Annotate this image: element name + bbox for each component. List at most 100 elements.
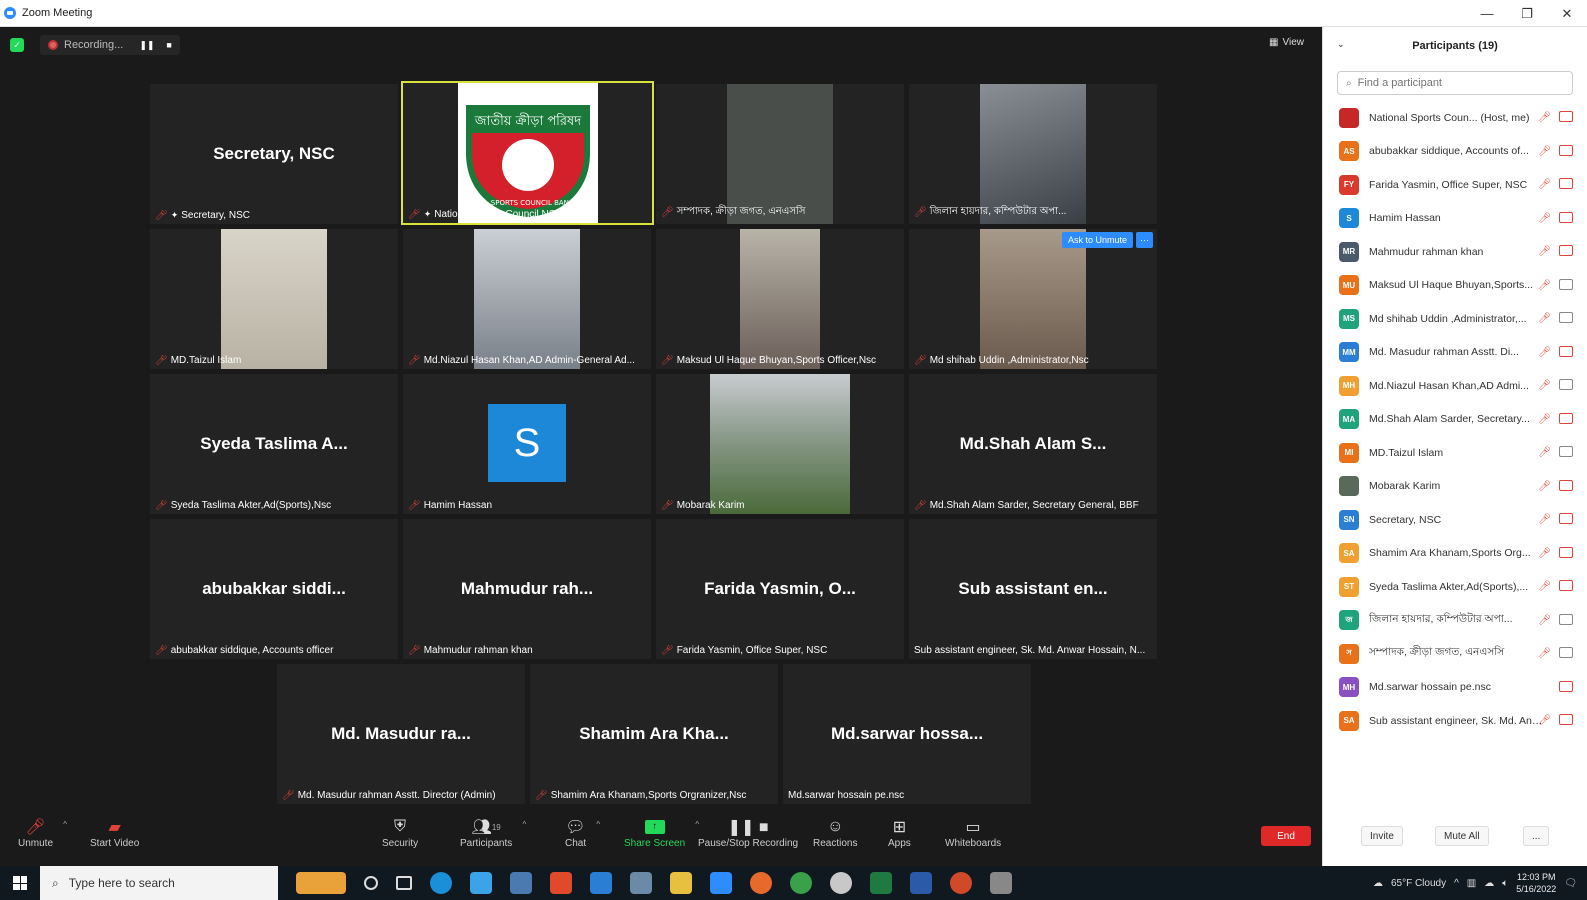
- participants-button[interactable]: 👥︎ 19 Participants ^: [460, 816, 526, 849]
- end-meeting-button[interactable]: End: [1261, 826, 1311, 846]
- video-off-icon[interactable]: [1559, 412, 1573, 424]
- reactions-button[interactable]: ☺ Reactions: [813, 816, 857, 849]
- participant-row[interactable]: SA Shamim Ara Khanam,Sports Org... 🎤︎: [1323, 537, 1587, 571]
- office-icon[interactable]: [550, 872, 572, 894]
- video-tile[interactable]: abubakkar siddi... 🎤︎ abubakkar siddique…: [150, 519, 398, 659]
- apps-button[interactable]: ⊞ Apps: [888, 816, 911, 849]
- video-tile[interactable]: 🎤︎ MD.Taizul Islam: [150, 229, 398, 369]
- mic-off-icon[interactable]: 🎤︎: [1538, 146, 1551, 157]
- video-off-icon[interactable]: [1559, 513, 1573, 524]
- stop-recording-icon[interactable]: ■: [166, 40, 171, 50]
- video-tile[interactable]: 🎤︎ Md.Niazul Hasan Khan,AD Admin-General…: [403, 229, 651, 369]
- video-tile[interactable]: Mahmudur rah... 🎤︎ Mahmudur rahman khan: [403, 519, 651, 659]
- video-on-icon[interactable]: [1559, 379, 1573, 390]
- cortana-icon[interactable]: [364, 876, 378, 890]
- video-tile[interactable]: Sub assistant en... Sub assistant engine…: [909, 519, 1157, 659]
- task-view-icon[interactable]: [396, 876, 412, 890]
- video-on-icon[interactable]: [1559, 446, 1573, 457]
- firefox-icon[interactable]: [750, 872, 772, 894]
- mic-off-icon[interactable]: 🎤︎: [1538, 414, 1551, 425]
- notification-icon[interactable]: 🗨︎: [1564, 878, 1577, 889]
- participant-row[interactable]: MH Md.sarwar hossain pe.nsc: [1323, 671, 1587, 705]
- whiteboards-button[interactable]: ▭ Whiteboards: [945, 816, 1001, 849]
- mic-off-icon[interactable]: 🎤︎: [1538, 112, 1551, 123]
- participant-row[interactable]: MR Mahmudur rahman khan 🎤︎: [1323, 235, 1587, 269]
- chevron-up-icon[interactable]: ^: [522, 820, 526, 829]
- security-shield-icon[interactable]: ✓: [10, 38, 24, 52]
- start-button[interactable]: [0, 866, 40, 900]
- participant-row[interactable]: MU Maksud Ul Haque Bhuyan,Sports... 🎤︎: [1323, 269, 1587, 303]
- video-off-icon[interactable]: [1559, 245, 1573, 256]
- zoom-taskbar-icon[interactable]: [710, 872, 732, 894]
- video-on-icon[interactable]: [1559, 278, 1573, 290]
- video-tile[interactable]: Farida Yasmin, O... 🎤︎ Farida Yasmin, Of…: [656, 519, 904, 659]
- chevron-up-icon[interactable]: ^: [63, 820, 67, 829]
- mic-off-icon[interactable]: 🎤︎: [1538, 213, 1551, 224]
- store-icon[interactable]: [510, 872, 532, 894]
- mail-icon[interactable]: [590, 872, 612, 894]
- video-off-icon[interactable]: [1559, 144, 1573, 156]
- mute-all-button[interactable]: Mute All: [1435, 826, 1489, 846]
- mic-off-icon[interactable]: 🎤︎: [1538, 581, 1551, 592]
- participant-row[interactable]: AS abubakkar siddique, Accounts of... 🎤︎: [1323, 135, 1587, 169]
- mic-off-icon[interactable]: 🎤︎: [1538, 313, 1551, 324]
- pause-recording-icon[interactable]: ❚❚: [139, 40, 154, 51]
- tile-more-button[interactable]: ···: [1136, 232, 1153, 248]
- clock[interactable]: 12:03 PM 5/16/2022: [1516, 871, 1556, 895]
- video-off-icon[interactable]: [1559, 479, 1573, 491]
- participant-row[interactable]: ST Syeda Taslima Akter,Ad(Sports),... 🎤︎: [1323, 570, 1587, 604]
- chevron-down-icon[interactable]: ⌄: [1337, 39, 1345, 50]
- video-off-icon[interactable]: [1559, 580, 1573, 591]
- powerpoint-icon[interactable]: [950, 872, 972, 894]
- minimize-icon[interactable]: —: [1467, 0, 1507, 27]
- mic-off-icon[interactable]: 🎤︎: [1538, 548, 1551, 559]
- pause-stop-recording-button[interactable]: ❚❚ ■ Pause/Stop Recording: [698, 816, 798, 849]
- video-tile[interactable]: S 🎤︎ Hamim Hassan: [403, 374, 651, 514]
- chat-button[interactable]: 💬︎ Chat ^: [565, 816, 600, 849]
- news-widget-icon[interactable]: [296, 872, 346, 894]
- video-tile[interactable]: Shamim Ara Kha... 🎤︎ Shamim Ara Khanam,S…: [530, 664, 778, 804]
- mic-off-icon[interactable]: 🎤︎: [1538, 615, 1551, 626]
- mic-off-icon[interactable]: 🎤︎: [1538, 648, 1551, 659]
- edge-icon[interactable]: [430, 872, 452, 894]
- video-on-icon[interactable]: [1559, 312, 1573, 323]
- close-icon[interactable]: ✕: [1547, 0, 1587, 27]
- participant-row[interactable]: MA Md.Shah Alam Sarder, Secretary... 🎤︎: [1323, 403, 1587, 437]
- ask-to-unmute-button[interactable]: Ask to Unmute: [1061, 232, 1133, 248]
- unmute-button[interactable]: 🎤︎ Unmute ^: [18, 816, 67, 849]
- participant-row[interactable]: FY Farida Yasmin, Office Super, NSC 🎤︎: [1323, 168, 1587, 202]
- participant-row[interactable]: MM Md. Masudur rahman Asstt. Di... 🎤︎: [1323, 336, 1587, 370]
- video-tile-active-speaker[interactable]: জাতীয় ক্রীড়া পরিষদ NATIONAL SPORTS COU…: [401, 81, 654, 225]
- video-off-icon[interactable]: [1559, 546, 1573, 558]
- video-off-icon[interactable]: [1559, 178, 1573, 189]
- mic-off-icon[interactable]: 🎤︎: [1538, 347, 1551, 358]
- chevron-up-icon[interactable]: ^: [1454, 878, 1459, 889]
- app-icon[interactable]: [470, 872, 492, 894]
- participant-row[interactable]: Mobarak Karim 🎤︎: [1323, 470, 1587, 504]
- video-tile[interactable]: Md.Shah Alam S... 🎤︎ Md.Shah Alam Sarder…: [909, 374, 1157, 514]
- chevron-up-icon[interactable]: ^: [596, 820, 600, 829]
- cloud-icon[interactable]: ☁: [1484, 878, 1494, 889]
- participant-row[interactable]: জ জিলান হায়দার, কম্পিউটার অপা... 🎤︎: [1323, 604, 1587, 638]
- participant-row[interactable]: S Hamim Hassan 🎤︎: [1323, 202, 1587, 236]
- video-tile[interactable]: 🎤︎ জিলান হায়দার, কম্পিউটার অপা...: [909, 84, 1157, 224]
- video-tile[interactable]: Md.sarwar hossa... Md.sarwar hossain pe.…: [783, 664, 1031, 804]
- video-off-icon[interactable]: [1559, 111, 1573, 122]
- mic-off-icon[interactable]: 🎤︎: [1538, 715, 1551, 726]
- video-tile[interactable]: 🎤︎ সম্পাদক, ক্রীড়া জগত, এনএসসি: [656, 84, 904, 224]
- video-off-icon[interactable]: [1559, 211, 1573, 223]
- file-explorer-icon[interactable]: [670, 872, 692, 894]
- restore-icon[interactable]: ❐: [1507, 0, 1547, 27]
- mic-off-icon[interactable]: 🎤︎: [1538, 447, 1551, 458]
- participant-row[interactable]: স সম্পাদক, ক্রীড়া জগত, এনএসসি 🎤︎: [1323, 637, 1587, 671]
- mic-off-icon[interactable]: 🎤︎: [1538, 179, 1551, 190]
- participant-search[interactable]: ⌕: [1337, 71, 1573, 95]
- participant-row[interactable]: SN Secretary, NSC 🎤︎: [1323, 503, 1587, 537]
- participant-search-input[interactable]: [1357, 77, 1558, 89]
- app-icon[interactable]: [830, 872, 852, 894]
- video-on-icon[interactable]: [1559, 613, 1573, 625]
- mic-off-icon[interactable]: 🎤︎: [1538, 481, 1551, 492]
- participant-row[interactable]: MH Md.Niazul Hasan Khan,AD Admi... 🎤︎: [1323, 369, 1587, 403]
- invite-button[interactable]: Invite: [1361, 826, 1403, 846]
- participant-row[interactable]: National Sports Coun... (Host, me) 🎤︎: [1323, 101, 1587, 135]
